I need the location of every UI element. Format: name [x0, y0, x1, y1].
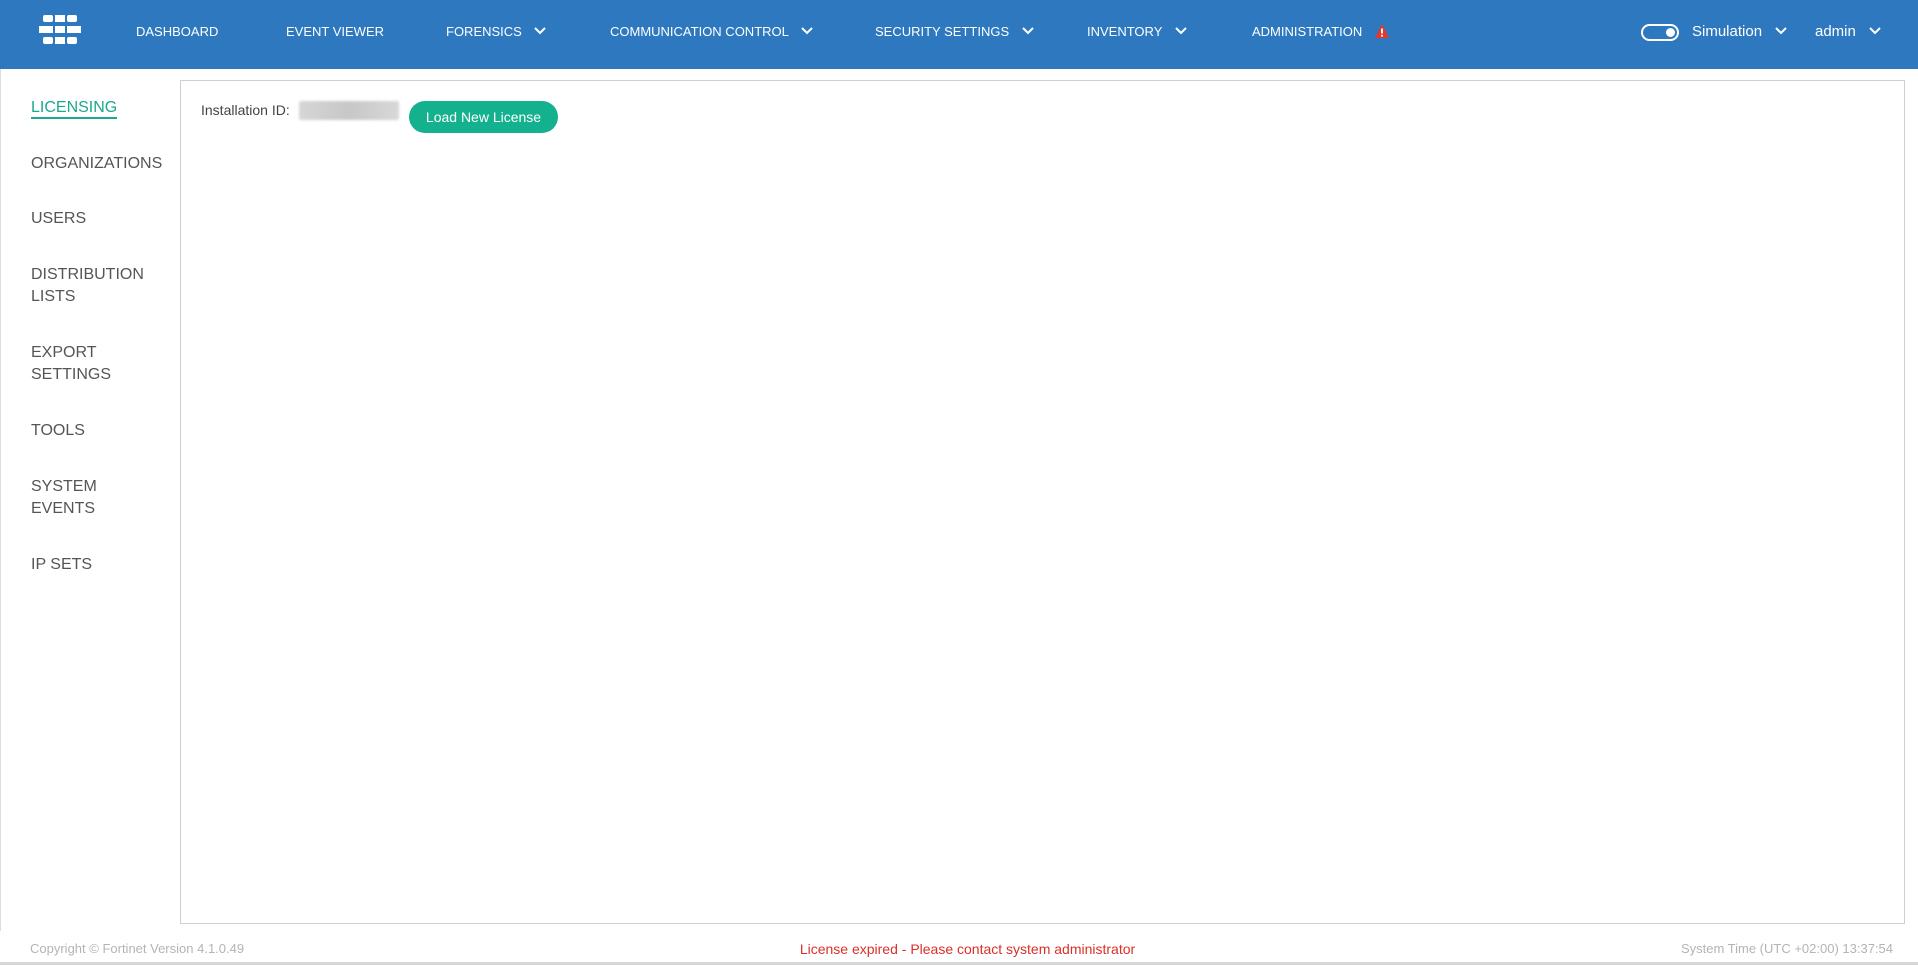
nav-security-settings[interactable]: SECURITY SETTINGS [875, 0, 1035, 64]
nav-forensics-label: FORENSICS [446, 24, 522, 39]
sidebar-item-label: SYSTEM EVENTS [31, 478, 97, 517]
administration-sidebar: LICENSING ORGANIZATIONS USERS DISTRIBUTI… [0, 69, 180, 931]
sidebar-item-distribution-lists[interactable]: DISTRIBUTION LISTS [31, 264, 151, 308]
sidebar-item-tools[interactable]: TOOLS [31, 420, 171, 442]
nav-event-viewer-label: EVENT VIEWER [286, 24, 385, 39]
fortinet-logo-icon[interactable] [39, 15, 81, 45]
chevron-down-icon [1775, 27, 1787, 35]
nav-communication-control[interactable]: COMMUNICATION CONTROL [610, 0, 814, 64]
sidebar-item-label: USERS [31, 210, 87, 227]
load-new-license-button[interactable]: Load New License [409, 101, 558, 133]
top-navigation-bar: DASHBOARD EVENT VIEWER FORENSICS COMMUNI… [0, 0, 1918, 69]
simulation-mode-label: Simulation [1692, 23, 1763, 40]
chevron-down-icon [534, 27, 547, 35]
sidebar-item-label: EXPORT SETTINGS [31, 344, 112, 383]
chevron-down-icon [801, 27, 813, 35]
licensing-panel: Installation ID: Load New License [180, 80, 1905, 924]
footer: Copyright © Fortinet Version 4.1.0.49 Li… [0, 931, 1918, 965]
sidebar-item-ip-sets[interactable]: IP SETS [31, 554, 171, 576]
installation-id-label: Installation ID: [201, 102, 290, 118]
installation-id-value-redacted [299, 101, 399, 120]
nav-dashboard[interactable]: DASHBOARD [136, 0, 218, 64]
user-menu-label: admin [1815, 23, 1856, 40]
nav-dashboard-label: DASHBOARD [136, 24, 219, 39]
sidebar-item-system-events[interactable]: SYSTEM EVENTS [31, 476, 111, 520]
nav-security-settings-label: SECURITY SETTINGS [875, 24, 1010, 39]
simulation-mode-dropdown[interactable]: Simulation [1692, 0, 1788, 64]
chevron-down-icon [1022, 27, 1034, 35]
simulation-toggle[interactable] [1641, 24, 1679, 41]
sidebar-item-label: LICENSING [31, 99, 118, 119]
sidebar-item-label: TOOLS [31, 422, 85, 439]
license-expired-message: License expired - Please contact system … [799, 941, 1136, 957]
nav-forensics[interactable]: FORENSICS [446, 0, 547, 64]
sidebar-item-users[interactable]: USERS [31, 208, 171, 230]
nav-administration-label: ADMINISTRATION [1252, 24, 1363, 39]
sidebar-item-licensing[interactable]: LICENSING [31, 97, 171, 119]
nav-inventory[interactable]: INVENTORY [1087, 0, 1188, 64]
sidebar-item-label: IP SETS [31, 556, 93, 573]
sidebar-item-export-settings[interactable]: EXPORT SETTINGS [31, 342, 111, 386]
nav-administration[interactable]: ADMINISTRATION [1252, 0, 1390, 64]
warning-icon [1374, 24, 1389, 38]
sidebar-item-label: DISTRIBUTION LISTS [31, 266, 144, 305]
nav-inventory-label: INVENTORY [1087, 24, 1163, 39]
system-time: System Time (UTC +02:00) 13:37:54 [1680, 941, 1893, 956]
toggle-knob [1666, 28, 1675, 37]
chevron-down-icon [1175, 27, 1187, 35]
chevron-down-icon [1869, 27, 1881, 35]
nav-communication-control-label: COMMUNICATION CONTROL [610, 24, 789, 39]
user-menu[interactable]: admin [1815, 0, 1882, 64]
sidebar-item-organizations[interactable]: ORGANIZATIONS [31, 153, 171, 175]
nav-event-viewer[interactable]: EVENT VIEWER [286, 0, 384, 64]
sidebar-item-label: ORGANIZATIONS [31, 155, 163, 172]
